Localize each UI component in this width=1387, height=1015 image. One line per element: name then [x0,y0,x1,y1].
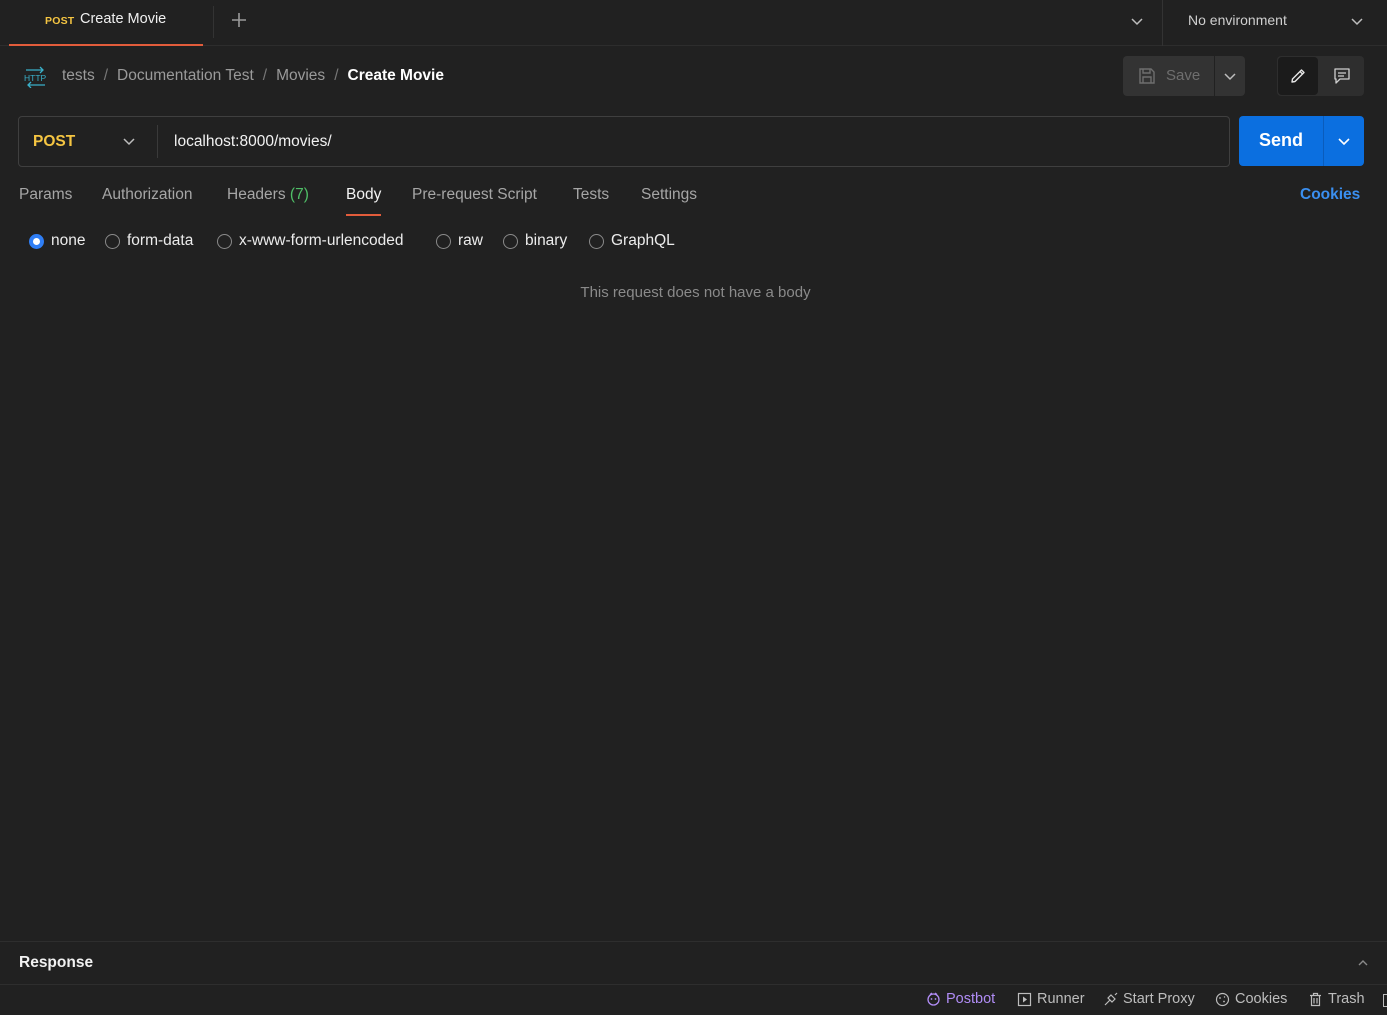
environment-selector[interactable]: No environment [1188,12,1287,28]
save-button-group: Save [1123,56,1245,96]
body-type-binary[interactable]: binary [503,232,567,250]
save-label: Save [1166,67,1201,84]
response-pane-header[interactable]: Response [0,941,1387,984]
tab-bar: POST Create Movie No environment [0,0,1387,46]
svg-text:HTTP: HTTP [24,73,47,83]
chevron-down-icon [1224,73,1236,81]
body-type-none[interactable]: none [29,232,85,250]
cookies-label: Cookies [1235,991,1288,1007]
tab-pre-request-script[interactable]: Pre-request Script [412,186,537,216]
body-type-form-data[interactable]: form-data [105,232,193,250]
radio-checked[interactable] [29,233,44,249]
tab-title: Create Movie [80,11,167,27]
radio-unchecked[interactable] [105,233,120,249]
body-type-label: x-www-form-urlencoded [239,232,404,249]
tab-settings[interactable]: Settings [641,186,697,216]
http-icon: HTTP [23,66,48,88]
runner-label: Runner [1037,991,1085,1007]
tab-tests[interactable]: Tests [573,186,609,216]
start-proxy-button[interactable]: Start Proxy [1103,991,1195,1007]
comment-button[interactable] [1321,56,1364,96]
breadcrumb: tests / Documentation Test / Movies / Cr… [62,67,444,85]
send-label: Send [1259,130,1304,150]
chevron-down-icon[interactable] [1349,13,1365,29]
tab-authorization[interactable]: Authorization [102,186,192,216]
save-button[interactable]: Save [1123,56,1214,96]
start-proxy-label: Start Proxy [1123,991,1195,1007]
body-type-label: binary [525,232,568,249]
send-button[interactable]: Send [1239,116,1323,166]
radio-unchecked[interactable] [217,233,232,249]
status-bar: Postbot Runner Start Proxy Cookies Trash [0,984,1387,1015]
breadcrumb-separator: / [262,67,268,84]
environment-divider [1162,0,1163,46]
tab-params[interactable]: Params [19,186,72,216]
breadcrumb-item-movies[interactable]: Movies [276,67,325,85]
save-options-button[interactable] [1215,56,1245,96]
method-label: POST [33,133,76,150]
save-icon [1138,67,1156,85]
chevron-up-icon [1358,960,1368,966]
chevron-down-icon [1338,138,1350,146]
radio-unchecked[interactable] [503,233,518,249]
tab-headers[interactable]: Headers (7) [227,186,309,216]
body-type-label: raw [458,232,483,249]
two-pane-icon[interactable] [1383,994,1387,1007]
cookie-icon [1215,992,1230,1006]
method-divider [157,125,158,158]
breadcrumb-item-documentation-test[interactable]: Documentation Test [117,67,254,85]
body-type-graphql[interactable]: GraphQL [589,232,675,250]
chevron-down-icon [123,138,135,146]
trash-label: Trash [1328,991,1365,1007]
method-select[interactable]: POST [19,117,158,166]
plus-icon[interactable] [230,11,248,29]
radio-unchecked[interactable] [589,233,604,249]
edit-comment-group [1277,56,1364,96]
tab-headers-label: Headers [227,186,286,203]
edit-button[interactable] [1278,57,1318,95]
request-url-bar: POST [18,116,1230,167]
postbot-icon [927,992,940,1006]
empty-body-message: This request does not have a body [580,284,811,301]
url-input[interactable] [159,117,1229,166]
chevron-down-icon[interactable] [1129,13,1145,29]
body-type-urlencoded[interactable]: x-www-form-urlencoded [217,232,404,250]
send-options-button[interactable] [1324,116,1364,166]
trash-button[interactable]: Trash [1308,991,1365,1007]
breadcrumb-current-request[interactable]: Create Movie [348,67,444,85]
tab-divider [213,6,214,38]
cookies-button[interactable]: Cookies [1215,991,1287,1007]
body-type-raw[interactable]: raw [436,232,483,250]
pencil-icon [1291,69,1305,83]
comment-icon [1334,68,1350,84]
postbot-button[interactable]: Postbot [926,991,995,1007]
request-tab-create-movie[interactable]: POST Create Movie [9,0,203,46]
send-button-group: Send [1239,116,1364,166]
radio-unchecked[interactable] [436,233,451,249]
body-type-label: none [51,232,86,249]
trash-icon [1310,992,1321,1006]
runner-icon [1017,992,1032,1006]
breadcrumb-separator: / [103,67,109,84]
body-type-label: form-data [127,232,194,249]
cookies-link[interactable]: Cookies [1300,186,1360,204]
postbot-label: Postbot [946,991,996,1007]
headers-count-badge: (7) [289,186,309,203]
tab-method-badge: POST [45,15,75,27]
breadcrumb-separator: / [334,67,339,84]
runner-button[interactable]: Runner [1017,991,1085,1007]
body-type-label: GraphQL [611,232,675,249]
tab-body[interactable]: Body [346,186,382,216]
response-title: Response [19,954,94,971]
proxy-icon [1104,992,1118,1005]
breadcrumb-item-tests[interactable]: tests [62,67,95,85]
